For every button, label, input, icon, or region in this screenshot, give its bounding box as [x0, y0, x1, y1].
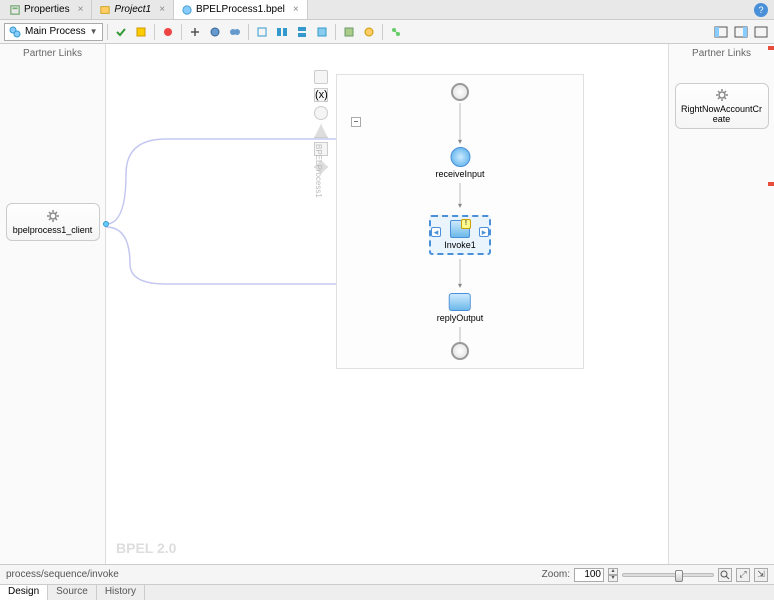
toolbar-button[interactable]: [293, 23, 311, 41]
toolbar-button[interactable]: [226, 23, 244, 41]
end-node[interactable]: [451, 342, 469, 360]
right-handle-icon[interactable]: ▸: [479, 227, 489, 237]
zoom-slider[interactable]: [622, 573, 714, 577]
node-label: receiveInput: [435, 169, 484, 179]
tab-history[interactable]: History: [97, 585, 145, 600]
view-button[interactable]: [752, 23, 770, 41]
dropdown-label: Main Process: [25, 26, 86, 37]
zoom-up-button[interactable]: ▴: [608, 568, 618, 575]
tab-label: BPELProcess1.bpel: [196, 4, 285, 15]
receive-input-node[interactable]: receiveInput: [435, 147, 484, 179]
close-icon[interactable]: ×: [159, 4, 165, 15]
zoom-down-button[interactable]: ▾: [608, 575, 618, 582]
tab-label: Project1: [114, 4, 151, 15]
collapse-button[interactable]: ⇲: [754, 568, 768, 582]
toolbar: Main Process ▼: [0, 20, 774, 44]
palette-item[interactable]: (x): [314, 88, 328, 102]
receive-icon: [450, 147, 470, 167]
process-icon: [9, 26, 21, 38]
toolbar-button[interactable]: [186, 23, 204, 41]
zoom-fit-button[interactable]: [718, 568, 732, 582]
tab-properties[interactable]: Properties ×: [2, 0, 92, 19]
help-icon[interactable]: ?: [754, 3, 768, 17]
design-canvas[interactable]: (x) BPELProcess1 − ▾ receiveInput ▾ ◂ ▸: [106, 44, 668, 564]
validate-button[interactable]: [112, 23, 130, 41]
partner-links-header: Partner Links: [692, 44, 751, 63]
zoom-input[interactable]: [574, 568, 604, 582]
partner-label: RightNowAccountCreate: [680, 104, 764, 124]
tab-design[interactable]: Design: [0, 585, 48, 600]
zoom-label: Zoom:: [542, 569, 570, 580]
vertical-label: BPELProcess1: [314, 144, 323, 198]
partner-link-client[interactable]: bpelprocess1_client: [6, 203, 100, 241]
editor-tabs: Properties × Project1 × BPELProcess1.bpe…: [0, 0, 774, 20]
bpel-watermark: BPEL 2.0: [116, 540, 176, 556]
status-bar: process/sequence/invoke Zoom: ▴ ▾ ⤢ ⇲: [0, 564, 774, 584]
toolbar-button[interactable]: [340, 23, 358, 41]
reply-icon: [449, 293, 471, 311]
process-dropdown[interactable]: Main Process ▼: [4, 23, 103, 41]
tab-project1[interactable]: Project1 ×: [92, 0, 174, 19]
process-container: − ▾ receiveInput ▾ ◂ ▸ ! Invoke1: [336, 74, 584, 369]
editor-view-tabs: Design Source History: [0, 584, 774, 600]
toolbar-button[interactable]: [313, 23, 331, 41]
toolbar-button[interactable]: [273, 23, 291, 41]
chevron-down-icon: ▼: [90, 27, 98, 36]
tab-bpelprocess1[interactable]: BPELProcess1.bpel ×: [174, 0, 308, 19]
node-label: replyOutput: [437, 313, 484, 323]
gear-icon: [46, 209, 60, 223]
tab-label: Properties: [24, 4, 70, 15]
collapse-toggle[interactable]: −: [351, 117, 361, 127]
left-partner-panel: Partner Links bpelprocess1_client: [0, 44, 106, 564]
breadcrumb: process/sequence/invoke: [6, 569, 119, 580]
palette-item[interactable]: [314, 70, 328, 84]
properties-icon: [10, 5, 20, 15]
zoom-spinner: ▴ ▾: [608, 568, 618, 582]
view-button[interactable]: [732, 23, 750, 41]
right-partner-panel: Partner Links RightNowAccountCreate: [668, 44, 774, 564]
palette-item[interactable]: [314, 106, 328, 120]
invoke-icon: !: [450, 220, 470, 238]
node-label: Invoke1: [444, 240, 476, 250]
left-handle-icon[interactable]: ◂: [431, 227, 441, 237]
palette-item[interactable]: [314, 124, 328, 138]
toolbar-button[interactable]: [206, 23, 224, 41]
invoke1-node[interactable]: ◂ ▸ ! Invoke1: [429, 215, 491, 255]
partner-link-rightnow[interactable]: RightNowAccountCreate: [675, 83, 769, 129]
breakpoint-button[interactable]: [159, 23, 177, 41]
toolbar-button[interactable]: [387, 23, 405, 41]
project-icon: [100, 5, 110, 15]
error-marker[interactable]: [768, 46, 774, 50]
link-anchor: [103, 221, 109, 227]
reply-output-node[interactable]: replyOutput: [437, 293, 484, 323]
toolbar-button[interactable]: [253, 23, 271, 41]
view-button[interactable]: [712, 23, 730, 41]
toolbar-button[interactable]: [360, 23, 378, 41]
expand-button[interactable]: ⤢: [736, 568, 750, 582]
tab-source[interactable]: Source: [48, 585, 97, 600]
partner-label: bpelprocess1_client: [13, 225, 93, 235]
gear-icon: [715, 88, 729, 102]
partner-links-header: Partner Links: [23, 44, 82, 63]
warning-icon: !: [461, 219, 471, 229]
toolbar-button[interactable]: [132, 23, 150, 41]
close-icon[interactable]: ×: [293, 4, 299, 15]
workspace: Partner Links bpelprocess1_client (x) BP…: [0, 44, 774, 564]
slider-thumb[interactable]: [675, 570, 683, 582]
error-marker[interactable]: [768, 182, 774, 186]
start-node[interactable]: [451, 83, 469, 101]
bpel-icon: [182, 5, 192, 15]
close-icon[interactable]: ×: [78, 4, 84, 15]
